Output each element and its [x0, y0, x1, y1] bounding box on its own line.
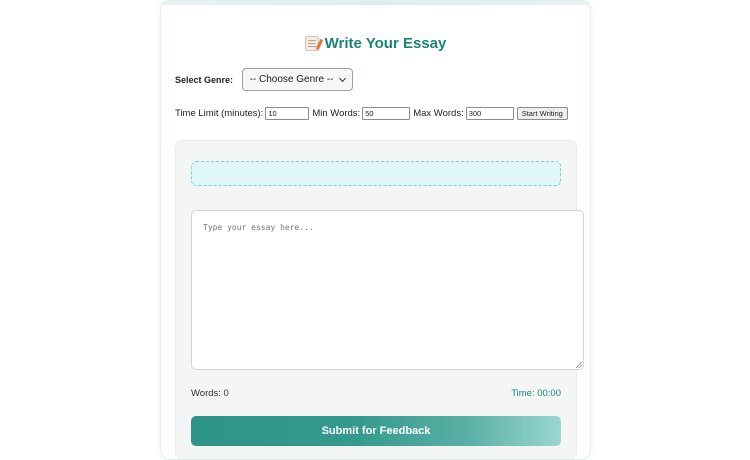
submit-feedback-button[interactable]: Submit for Feedback	[191, 416, 561, 446]
genre-label: Select Genre:	[175, 74, 234, 85]
start-writing-button[interactable]: Start Writing	[516, 107, 568, 120]
page-title: Write Your Essay	[161, 35, 590, 52]
page-title-text: Write Your Essay	[324, 35, 447, 52]
max-words-label: Max Words:	[413, 108, 464, 119]
memo-icon	[304, 36, 319, 51]
essay-card: Write Your Essay Select Genre: -- Choose…	[160, 0, 591, 460]
writing-panel: Type your essay here... Words: 0 Time: 0…	[175, 140, 584, 460]
min-words-label: Min Words:	[312, 108, 361, 119]
timer-display: Time: 00:00	[511, 388, 561, 399]
min-words-input[interactable]: 50	[362, 107, 411, 120]
genre-row: Select Genre: -- Choose Genre --	[175, 68, 354, 91]
word-count: Words: 0	[191, 388, 229, 399]
max-words-input[interactable]: 300	[465, 107, 514, 120]
chevron-down-icon	[339, 74, 347, 82]
genre-select-value: -- Choose Genre --	[249, 74, 334, 85]
time-limit-label: Time Limit (minutes):	[175, 108, 264, 119]
essay-placeholder: Type your essay here...	[203, 223, 314, 232]
prompt-box	[191, 161, 561, 186]
settings-row: Time Limit (minutes): 10 Min Words: 50 M…	[175, 107, 568, 120]
genre-select[interactable]: -- Choose Genre --	[242, 68, 354, 91]
card-top-accent	[161, 1, 590, 5]
resize-handle-icon[interactable]	[576, 362, 582, 368]
time-limit-input[interactable]: 10	[265, 107, 310, 120]
essay-stats: Words: 0 Time: 00:00	[191, 388, 561, 399]
essay-textarea[interactable]: Type your essay here...	[191, 210, 584, 370]
